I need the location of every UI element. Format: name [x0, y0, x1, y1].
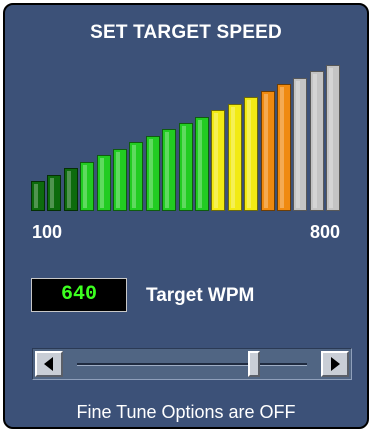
- scale-min-label: 100: [32, 222, 63, 242]
- speed-bar: [129, 142, 144, 211]
- scale-max-label: 800: [310, 222, 341, 242]
- speed-bar: [96, 155, 111, 211]
- speed-bar: [80, 161, 95, 211]
- speed-bar: [162, 129, 177, 211]
- speed-bar: [47, 174, 62, 211]
- arrow-right-icon: [331, 357, 340, 371]
- speed-bar: [244, 97, 259, 211]
- speed-bar: [326, 65, 341, 211]
- speed-bar: [293, 77, 308, 211]
- speed-bar: [145, 135, 160, 211]
- speed-bar: [195, 116, 209, 211]
- slider-right-button[interactable]: [321, 351, 349, 377]
- speed-panel: SET TARGET SPEED 100 800 640 Target WPM …: [3, 3, 369, 429]
- speed-bar: [63, 168, 78, 211]
- speed-bar: [277, 84, 291, 211]
- speed-slider[interactable]: [32, 348, 352, 380]
- target-wpm-label: Target WPM: [146, 285, 255, 306]
- speed-bar: [260, 90, 275, 211]
- target-wpm-display: 640: [31, 278, 127, 312]
- speed-bar: [178, 123, 193, 211]
- speed-bar: [309, 71, 324, 211]
- slider-left-button[interactable]: [35, 351, 63, 377]
- fine-tune-status: Fine Tune Options are OFF: [76, 402, 296, 422]
- speed-meter: [5, 5, 367, 225]
- arrow-left-icon: [44, 357, 53, 371]
- speed-bar: [227, 103, 242, 211]
- slider-thumb[interactable]: [248, 351, 261, 377]
- speed-bar: [211, 110, 226, 211]
- speed-bar: [113, 148, 127, 211]
- slider-track[interactable]: [77, 363, 307, 366]
- speed-bar: [31, 181, 45, 211]
